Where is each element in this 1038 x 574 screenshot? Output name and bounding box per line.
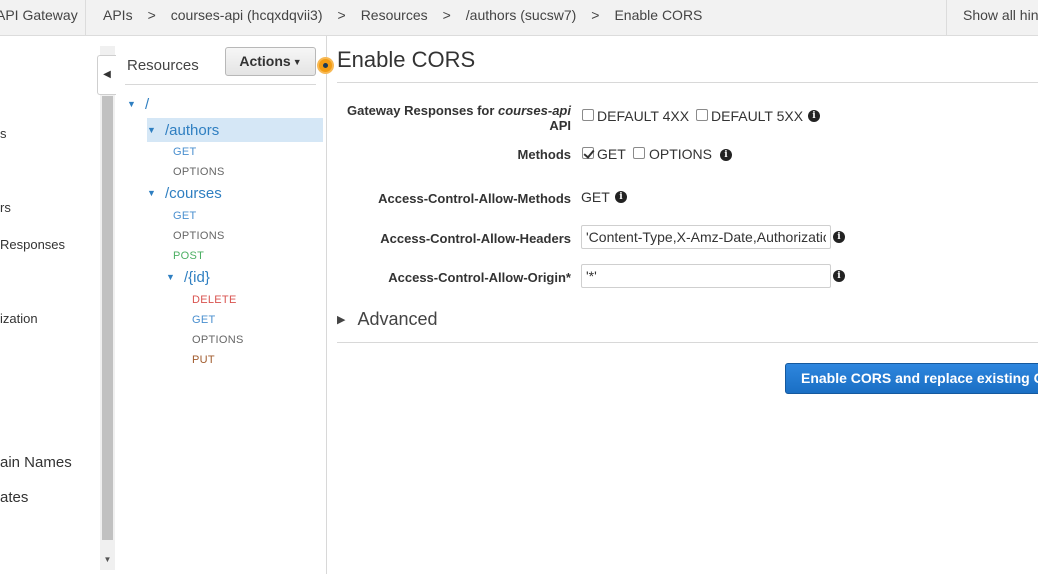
- collapse-panel-button[interactable]: ◀: [97, 55, 116, 95]
- service-name-link[interactable]: API Gateway: [0, 0, 86, 35]
- advanced-label: Advanced: [357, 309, 438, 329]
- method-options-checkbox[interactable]: [633, 147, 645, 159]
- divider: [337, 82, 1038, 83]
- breadcrumb-apis[interactable]: APIs: [103, 7, 133, 23]
- expand-triangle-icon: ▼: [127, 99, 136, 109]
- default-5xx-label: DEFAULT 5XX: [711, 108, 804, 124]
- default-4xx-checkbox[interactable]: [582, 109, 594, 121]
- default-5xx-checkbox[interactable]: [696, 109, 708, 121]
- info-icon[interactable]: i: [833, 231, 845, 243]
- top-bar: API Gateway APIs > courses-api (hcqxdqvii3…: [0, 0, 1038, 36]
- breadcrumb-separator: >: [442, 7, 451, 23]
- nav-item-resources[interactable]: s: [0, 126, 7, 141]
- advanced-toggle[interactable]: ▶ Advanced: [337, 309, 438, 330]
- nav-item-certificates[interactable]: ates: [0, 489, 28, 506]
- page: API Gateway APIs > courses-api (hcqxdqvii3…: [0, 0, 1038, 574]
- breadcrumb-resource[interactable]: /authors (sucsw7): [466, 7, 576, 23]
- tree-node-label: /authors: [165, 122, 220, 139]
- method-authors-options[interactable]: OPTIONS: [173, 166, 225, 178]
- allow-methods-label: Access-Control-Allow-Methods: [378, 191, 571, 206]
- methods-label: Methods: [517, 147, 571, 162]
- show-all-hints-button[interactable]: Show all hints: [946, 0, 1038, 35]
- service-name-label: API Gateway: [0, 7, 78, 23]
- divider: [125, 84, 316, 85]
- divider: [337, 342, 1038, 343]
- method-courses-options[interactable]: OPTIONS: [173, 230, 225, 242]
- expand-triangle-icon: ▼: [147, 125, 156, 135]
- enable-cors-button[interactable]: Enable CORS and replace existing CORS he…: [785, 363, 1038, 394]
- resources-panel: Resources Actions ▼ ▼ / ▼/authors GET OPTI…: [117, 36, 327, 574]
- page-title: Enable CORS: [337, 47, 476, 72]
- tree-node-label: /courses: [165, 185, 222, 202]
- breadcrumb-separator: >: [147, 7, 156, 23]
- method-id-delete[interactable]: DELETE: [192, 294, 237, 306]
- actions-dropdown-button[interactable]: Actions ▼: [225, 47, 316, 76]
- breadcrumb-current: Enable CORS: [614, 7, 703, 23]
- method-get-label: GET: [597, 146, 626, 162]
- info-icon[interactable]: i: [833, 270, 845, 282]
- method-get-checkbox[interactable]: [582, 147, 594, 159]
- chevron-left-icon: ◀: [103, 69, 111, 80]
- method-authors-get[interactable]: GET: [173, 146, 197, 158]
- tree-node-courses[interactable]: ▼ /courses: [147, 185, 222, 202]
- pointer-dot-icon: [317, 57, 334, 74]
- caret-down-icon: ▼: [292, 57, 302, 67]
- gateway-responses-label-prefix: Gateway Responses for: [347, 103, 499, 118]
- breadcrumb: APIs > courses-api (hcqxdqvii3) > Resources >…: [103, 0, 702, 35]
- tree-node-label: /: [145, 96, 150, 113]
- info-icon[interactable]: i: [615, 191, 627, 203]
- nav-item-documentation[interactable]: ization: [0, 311, 38, 326]
- tree-node-label: /{id}: [184, 269, 210, 286]
- left-nav: s rs Responses ization ain Names ates: [0, 36, 96, 574]
- method-courses-get[interactable]: GET: [173, 210, 197, 222]
- allow-origin-label: Access-Control-Allow-Origin*: [388, 270, 571, 285]
- default-4xx-label: DEFAULT 4XX: [597, 108, 690, 124]
- breadcrumb-separator: >: [591, 7, 600, 23]
- gateway-responses-label-suffix: API: [549, 118, 571, 133]
- tree-node-id[interactable]: ▼ /{id}: [166, 269, 210, 286]
- expand-triangle-icon: ▶: [337, 314, 346, 326]
- info-icon[interactable]: i: [808, 110, 820, 122]
- expand-triangle-icon: ▼: [166, 272, 175, 282]
- allow-methods-value: GET: [581, 189, 610, 205]
- nav-item-authorizers[interactable]: rs: [0, 200, 11, 215]
- info-icon[interactable]: i: [720, 149, 732, 161]
- nav-item-gateway-responses[interactable]: Responses: [0, 237, 65, 252]
- method-id-get[interactable]: GET: [192, 314, 216, 326]
- expand-triangle-icon: ▼: [147, 188, 156, 198]
- tree-node-root[interactable]: ▼ /: [127, 96, 149, 113]
- resources-scrollbar-thumb[interactable]: [102, 96, 113, 540]
- allow-headers-label: Access-Control-Allow-Headers: [380, 231, 571, 246]
- allow-origin-input[interactable]: [581, 264, 831, 288]
- breadcrumb-resources[interactable]: Resources: [361, 7, 428, 23]
- gateway-responses-label: Gateway Responses for courses-api API: [335, 103, 571, 133]
- nav-item-custom-domain-names[interactable]: ain Names: [0, 454, 72, 471]
- tree-node-authors[interactable]: ▼ /authors: [147, 118, 323, 142]
- method-id-options[interactable]: OPTIONS: [192, 334, 244, 346]
- scroll-down-arrow-icon[interactable]: ▼: [100, 553, 115, 567]
- resources-title: Resources: [127, 57, 199, 74]
- breadcrumb-api[interactable]: courses-api (hcqxdqvii3): [171, 7, 323, 23]
- allow-headers-input[interactable]: [581, 225, 831, 249]
- method-id-put[interactable]: PUT: [192, 354, 215, 366]
- method-options-label: OPTIONS: [649, 146, 713, 162]
- breadcrumb-separator: >: [337, 7, 346, 23]
- method-courses-post[interactable]: POST: [173, 250, 204, 262]
- gateway-responses-api-name: courses-api: [498, 103, 571, 118]
- actions-label: Actions: [239, 53, 291, 69]
